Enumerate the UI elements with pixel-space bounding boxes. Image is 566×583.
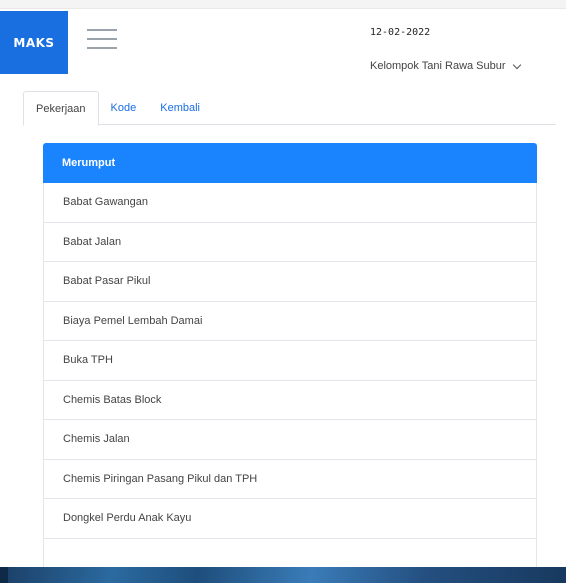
chevron-down-icon — [512, 60, 521, 69]
os-taskbar — [0, 567, 566, 583]
tab-bar: Pekerjaan Kode Kembali — [23, 91, 556, 126]
list-item[interactable]: Babat Gawangan — [43, 183, 537, 223]
user-name: Kelompok Tani Rawa Subur — [370, 60, 506, 72]
list-item[interactable]: Buka TPH — [43, 341, 537, 381]
list-item[interactable]: Babat Jalan — [43, 222, 537, 262]
list-item[interactable]: Chemis Jalan — [43, 420, 537, 460]
user-dropdown[interactable]: Kelompok Tani Rawa Subur — [370, 60, 521, 72]
list-header: Merumput — [43, 143, 537, 183]
job-list: Merumput Babat Gawangan Babat Jalan Baba… — [43, 143, 537, 578]
tab-pekerjaan[interactable]: Pekerjaan — [23, 91, 99, 126]
brand-logo[interactable]: MAKS — [0, 11, 68, 74]
tab-kode[interactable]: Kode — [99, 91, 149, 125]
browser-top-strip — [0, 0, 566, 9]
list-item[interactable]: Babat Pasar Pikul — [43, 262, 537, 302]
header-date: 12-02-2022 — [370, 27, 431, 38]
list-item[interactable]: Chemis Batas Block — [43, 380, 537, 420]
list-item[interactable]: Biaya Pemel Lembah Damai — [43, 301, 537, 341]
taskbar-start-edge[interactable] — [0, 567, 8, 583]
brand-label: MAKS — [13, 35, 55, 50]
tab-kembali[interactable]: Kembali — [148, 91, 212, 125]
hamburger-icon[interactable] — [87, 29, 117, 53]
list-item[interactable]: Chemis Piringan Pasang Pikul dan TPH — [43, 459, 537, 499]
list-item[interactable]: Dongkel Perdu Anak Kayu — [43, 499, 537, 539]
